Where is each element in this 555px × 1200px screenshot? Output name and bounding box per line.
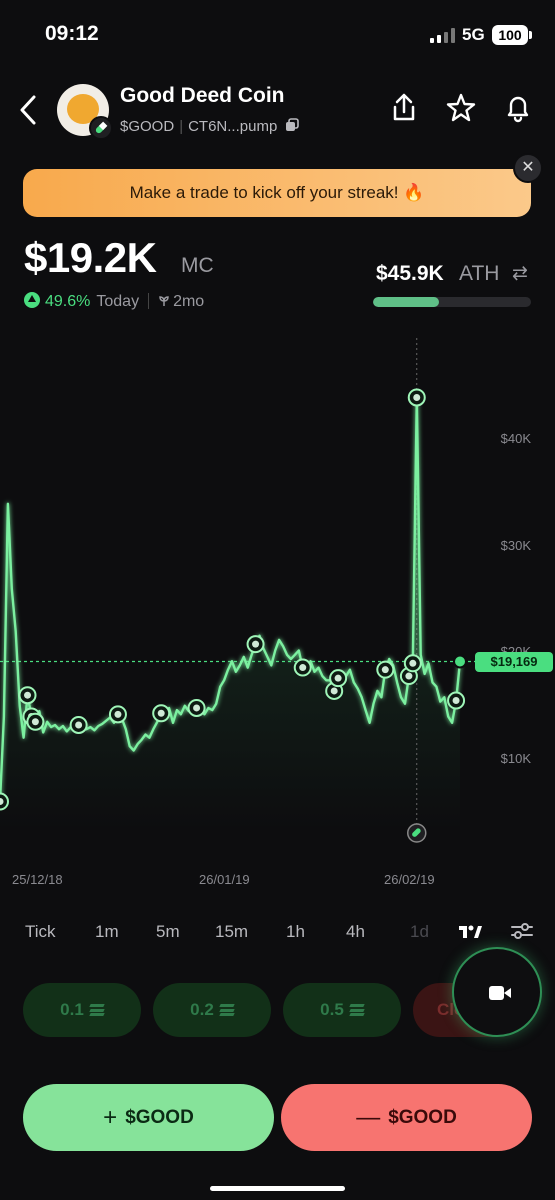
ath-label: ATH: [459, 262, 500, 285]
solana-icon: [219, 1004, 235, 1016]
chart-area-fill: [0, 397, 460, 830]
timeframe-5m[interactable]: 5m: [156, 922, 180, 942]
ath-value: $45.9K: [376, 262, 444, 285]
banner-close-button[interactable]: ✕: [513, 153, 543, 183]
x-tick: 25/12/18: [12, 872, 63, 887]
swap-icon[interactable]: ⇄: [512, 262, 528, 285]
contract-address[interactable]: CT6N...pump: [188, 118, 277, 135]
x-tick: 26/02/19: [384, 872, 435, 887]
coin-avatar[interactable]: [57, 84, 113, 140]
timeframe-1m[interactable]: 1m: [95, 922, 119, 942]
market-cap-label: MC: [181, 254, 214, 277]
y-tick: $30K: [500, 538, 531, 553]
quick-buy-0-5-button[interactable]: 0.5: [283, 983, 401, 1037]
ath-progress-fill: [373, 297, 440, 307]
pill-marker-icon[interactable]: [407, 823, 427, 843]
trade-marker[interactable]: [108, 705, 127, 724]
trade-marker[interactable]: [18, 686, 37, 705]
streak-banner[interactable]: Make a trade to kick off your streak! 🔥: [23, 169, 531, 217]
current-price-dot: [453, 654, 467, 669]
solana-icon: [349, 1004, 365, 1016]
coin-age: 2mo: [173, 293, 205, 310]
signal-icon: [430, 28, 456, 43]
network-type: 5G: [462, 25, 485, 44]
status-time: 09:12: [45, 22, 99, 45]
quick-buy-0-2-button[interactable]: 0.2: [153, 983, 271, 1037]
trade-marker[interactable]: [407, 388, 426, 407]
buy-button[interactable]: + $GOOD: [23, 1084, 274, 1151]
record-video-button[interactable]: [452, 947, 542, 1037]
tradingview-icon[interactable]: [457, 920, 483, 942]
divider: [148, 293, 150, 309]
coin-subtitle: $GOOD | CT6N...pump: [120, 118, 300, 135]
trade-marker[interactable]: [447, 691, 466, 710]
coin-name: Good Deed Coin: [120, 84, 285, 107]
arrow-up-icon: [24, 292, 40, 308]
video-camera-icon: [489, 986, 511, 1000]
timeframe-1h[interactable]: 1h: [286, 922, 305, 942]
status-bar: 09:12 5G 100: [0, 0, 555, 70]
change-row: 49.6% Today 2mo: [24, 292, 204, 311]
trade-marker[interactable]: [187, 698, 206, 717]
trade-marker[interactable]: [0, 792, 9, 811]
timeframe-1d[interactable]: 1d: [410, 922, 429, 942]
timeframe-4h[interactable]: 4h: [346, 922, 365, 942]
battery-icon: 100: [492, 25, 532, 45]
change-period: Today: [96, 293, 140, 310]
buy-label: $GOOD: [125, 1107, 194, 1128]
y-tick: $40K: [500, 431, 531, 446]
quick-buy-label: 0.1: [60, 1000, 84, 1019]
star-icon[interactable]: [446, 92, 476, 124]
y-tick: $10K: [500, 751, 531, 766]
trade-marker[interactable]: [69, 715, 88, 734]
minus-icon: —: [356, 1104, 381, 1131]
sell-label: $GOOD: [388, 1107, 457, 1128]
bell-icon[interactable]: [503, 92, 533, 124]
x-tick: 26/01/19: [199, 872, 250, 887]
quick-buy-0-1-button[interactable]: 0.1: [23, 983, 141, 1037]
settings-sliders-icon[interactable]: [509, 920, 535, 942]
timeframe-tick[interactable]: Tick: [25, 922, 56, 942]
home-indicator: [210, 1186, 345, 1191]
share-icon[interactable]: [389, 92, 419, 124]
sell-button[interactable]: — $GOOD: [281, 1084, 532, 1151]
back-button[interactable]: [14, 92, 44, 128]
quick-buy-label: 0.2: [190, 1000, 214, 1019]
quick-buy-label: 0.5: [320, 1000, 344, 1019]
trade-marker[interactable]: [329, 669, 348, 688]
trade-marker[interactable]: [376, 660, 395, 679]
timeframe-15m[interactable]: 15m: [215, 922, 248, 942]
current-price-tag: $19,169: [475, 652, 553, 672]
copy-icon[interactable]: [285, 118, 300, 132]
plus-icon: +: [103, 1104, 118, 1131]
trade-marker[interactable]: [152, 704, 171, 723]
coin-ticker: $GOOD: [120, 118, 175, 135]
trade-marker[interactable]: [246, 635, 265, 654]
market-cap-value: $19.2K: [24, 234, 157, 281]
change-percent: 49.6%: [45, 293, 91, 310]
sprout-icon: [159, 296, 169, 306]
ath-progress-bar: [373, 297, 531, 307]
solana-icon: [89, 1004, 105, 1016]
price-chart[interactable]: [0, 330, 555, 890]
trade-marker[interactable]: [403, 654, 422, 673]
trade-marker[interactable]: [293, 658, 312, 677]
trade-marker[interactable]: [26, 712, 45, 731]
chevron-left-icon: [20, 95, 36, 125]
pill-badge-icon: [89, 116, 113, 140]
